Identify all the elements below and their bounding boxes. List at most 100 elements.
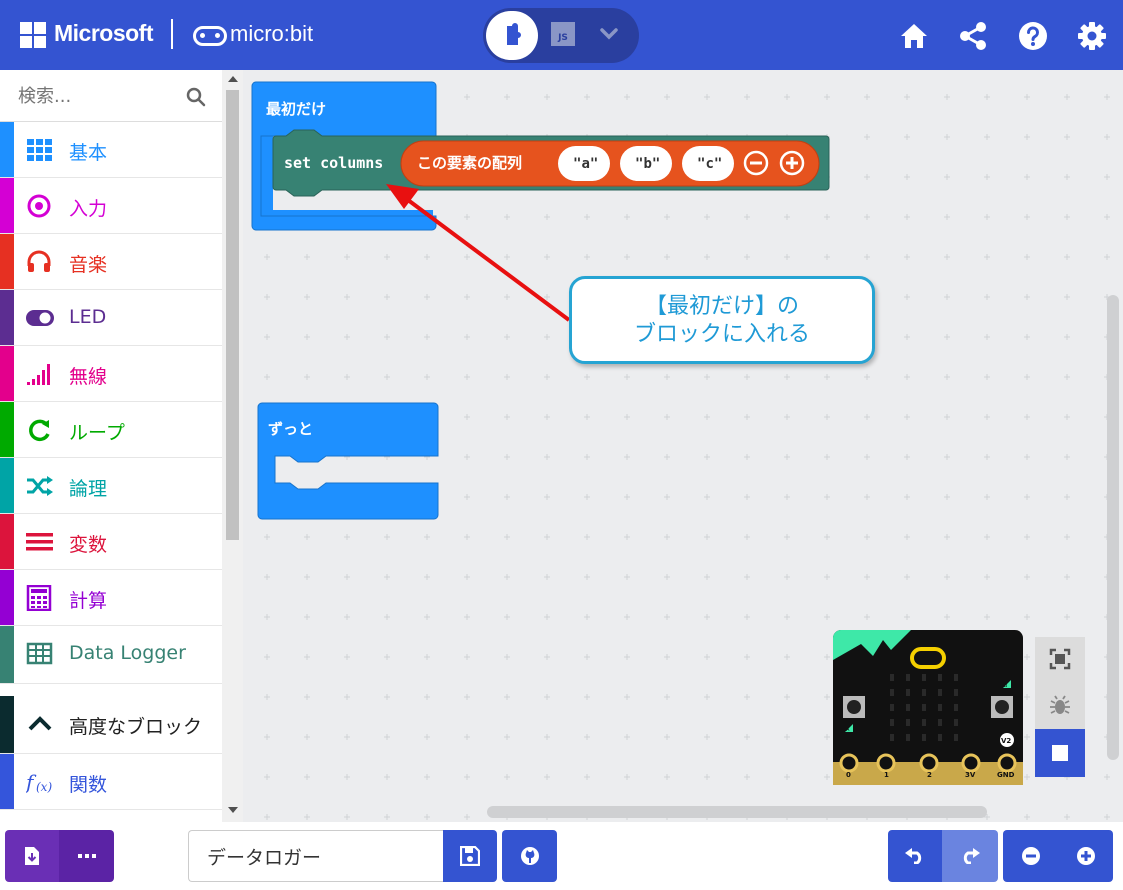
product-name[interactable]: micro:bit bbox=[230, 21, 313, 47]
category-loops[interactable]: ループ bbox=[0, 402, 222, 458]
zoom-out-icon bbox=[1021, 847, 1040, 865]
category-label: ループ bbox=[69, 422, 125, 444]
string-value: "a" bbox=[573, 156, 598, 172]
toggle-icon bbox=[26, 310, 54, 326]
category-basic[interactable]: 基本 bbox=[0, 122, 222, 178]
search-icon[interactable] bbox=[186, 87, 206, 107]
category-label: 基本 bbox=[69, 142, 108, 164]
string-value: "c" bbox=[697, 156, 722, 172]
category-color-bar bbox=[0, 122, 14, 177]
microsoft-logo-icon bbox=[20, 22, 46, 48]
category-input[interactable]: 入力 bbox=[0, 178, 222, 234]
stop-icon bbox=[1052, 745, 1068, 761]
button-b[interactable] bbox=[991, 696, 1013, 718]
undo-button[interactable] bbox=[888, 830, 942, 882]
scroll-down-icon[interactable] bbox=[228, 807, 238, 813]
save-icon bbox=[460, 846, 480, 866]
category-color-bar bbox=[0, 626, 14, 683]
category-music[interactable]: 音楽 bbox=[0, 234, 222, 290]
category-label: 計算 bbox=[69, 590, 108, 612]
grid-icon bbox=[27, 139, 52, 161]
calculator-icon bbox=[26, 585, 52, 611]
undo-icon bbox=[905, 848, 922, 864]
blocks-workspace[interactable]: 最初だけ set columns この要素の配列 "a" "b" "c" ずっと… bbox=[243, 70, 1123, 822]
forever-label: ずっと bbox=[268, 420, 313, 438]
list-icon bbox=[26, 533, 53, 551]
zoom-in-icon bbox=[1076, 847, 1095, 865]
target-icon bbox=[27, 194, 51, 218]
github-button[interactable] bbox=[502, 830, 557, 882]
button-a-label: A bbox=[846, 727, 850, 733]
category-advanced[interactable]: 高度なブロック bbox=[0, 696, 222, 754]
category-math[interactable]: 計算 bbox=[0, 570, 222, 626]
button-a[interactable] bbox=[843, 696, 865, 718]
category-variables[interactable]: 変数 bbox=[0, 514, 222, 570]
category-data-logger[interactable]: Data Logger bbox=[0, 626, 222, 684]
category-radio[interactable]: 無線 bbox=[0, 346, 222, 402]
redo-icon bbox=[963, 848, 980, 864]
category-label: 関数 bbox=[69, 774, 108, 796]
search-input[interactable] bbox=[18, 82, 178, 110]
more-options-button[interactable] bbox=[59, 830, 114, 882]
svg-text:(x): (x) bbox=[36, 780, 52, 794]
fullscreen-icon[interactable] bbox=[1048, 647, 1072, 671]
sidebar-scrollbar[interactable] bbox=[222, 70, 243, 822]
scroll-up-icon[interactable] bbox=[228, 76, 238, 82]
redo-button[interactable] bbox=[942, 830, 998, 882]
pin-3v[interactable] bbox=[961, 753, 981, 773]
category-label: 無線 bbox=[69, 366, 108, 388]
pin-gnd[interactable] bbox=[997, 753, 1017, 773]
pin-1[interactable] bbox=[876, 753, 896, 773]
help-icon[interactable] bbox=[1017, 20, 1049, 52]
project-name-input[interactable] bbox=[188, 830, 443, 882]
category-led[interactable]: LED bbox=[0, 290, 222, 346]
zoom-in-button[interactable] bbox=[1058, 830, 1113, 882]
pin-label: 1 bbox=[884, 771, 889, 779]
category-color-bar bbox=[0, 346, 14, 401]
category-label: 入力 bbox=[69, 198, 108, 220]
debug-bug-icon[interactable] bbox=[1048, 693, 1072, 717]
set-columns-block[interactable]: set columns この要素の配列 "a" "b" "c" bbox=[272, 129, 830, 197]
category-logic[interactable]: 論理 bbox=[0, 458, 222, 514]
footer-toolbar bbox=[0, 822, 1123, 890]
set-columns-label: set columns bbox=[284, 154, 383, 172]
category-label: LED bbox=[69, 306, 107, 328]
microbit-simulator[interactable]: 0 1 2 3V GND A B V2 bbox=[833, 630, 1023, 785]
shuffle-icon bbox=[27, 476, 53, 496]
javascript-editor-button[interactable]: JS bbox=[551, 22, 575, 46]
toolbox-sidebar: 基本 入力 音楽 LED 無線 ループ bbox=[0, 70, 243, 822]
header: Microsoft micro:bit JS bbox=[0, 0, 1123, 70]
category-color-bar bbox=[0, 754, 14, 809]
share-icon[interactable] bbox=[957, 20, 989, 52]
simulator-toolbar bbox=[1035, 637, 1085, 777]
search-box bbox=[0, 70, 222, 122]
download-button[interactable] bbox=[5, 830, 59, 882]
save-button[interactable] bbox=[443, 830, 497, 882]
editor-toggle: JS bbox=[483, 8, 639, 63]
blocks-editor-button[interactable] bbox=[486, 11, 538, 60]
sidebar-scroll-thumb[interactable] bbox=[226, 90, 239, 540]
category-label: 高度なブロック bbox=[69, 716, 203, 738]
settings-icon[interactable] bbox=[1076, 20, 1108, 52]
pin-2[interactable] bbox=[919, 753, 939, 773]
category-color-bar bbox=[0, 402, 14, 457]
string-item: c bbox=[705, 156, 713, 172]
string-item: a bbox=[581, 156, 589, 172]
version-badge-label: V2 bbox=[1001, 737, 1011, 745]
header-divider bbox=[171, 19, 173, 49]
chevron-up-icon bbox=[28, 716, 52, 731]
home-icon[interactable] bbox=[898, 20, 930, 52]
category-label: 変数 bbox=[69, 534, 108, 556]
category-functions[interactable]: f (x) 関数 bbox=[0, 754, 222, 810]
string-value: "b" bbox=[635, 156, 660, 172]
horizontal-scrollbar[interactable] bbox=[487, 806, 987, 818]
chevron-down-icon[interactable] bbox=[599, 24, 619, 44]
pin-0[interactable] bbox=[839, 753, 859, 773]
zoom-out-button[interactable] bbox=[1003, 830, 1058, 882]
microsoft-brand: Microsoft bbox=[54, 20, 154, 46]
pin-label: 2 bbox=[927, 771, 932, 779]
callout-line-2: ブロックに入れる bbox=[633, 322, 810, 347]
pin-label: GND bbox=[997, 771, 1015, 779]
vertical-scrollbar[interactable] bbox=[1107, 295, 1119, 760]
stop-simulator-button[interactable] bbox=[1035, 729, 1085, 777]
